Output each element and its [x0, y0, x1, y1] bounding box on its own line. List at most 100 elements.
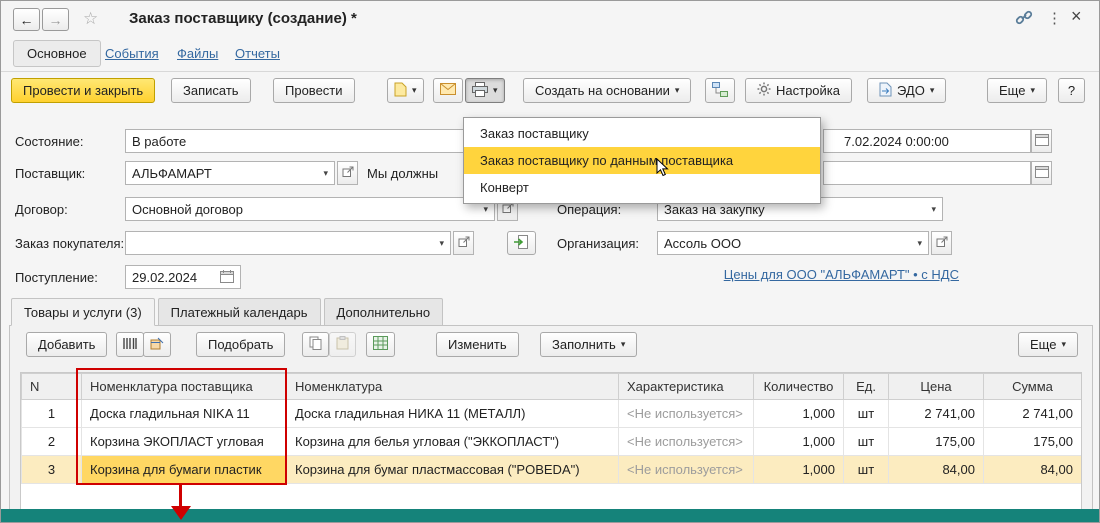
copy-rows-button[interactable] — [302, 332, 329, 357]
linked-documents-button[interactable] — [705, 78, 735, 103]
help-label: ? — [1068, 83, 1075, 98]
tab-additional[interactable]: Дополнительно — [324, 298, 444, 326]
column-header-price[interactable]: Цена — [889, 374, 984, 400]
menu-item-envelope[interactable]: Конверт — [464, 174, 820, 201]
table-row[interactable]: 2 Корзина ЭКОПЛАСТ угловая Корзина для б… — [22, 428, 1082, 456]
cell-supplier-item[interactable]: Корзина ЭКОПЛАСТ угловая — [82, 428, 287, 456]
column-header-n[interactable]: N — [22, 374, 82, 400]
chevron-down-icon[interactable]: ▾ — [925, 204, 936, 215]
copy-link-icon[interactable] — [1015, 10, 1033, 29]
goods-panel: Добавить Подобрать — [9, 325, 1093, 511]
cell-sum[interactable]: 175,00 — [984, 428, 1082, 456]
tab-files[interactable]: Файлы — [177, 46, 218, 61]
column-header-characteristic[interactable]: Характеристика — [619, 374, 754, 400]
contract-field[interactable]: Основной договор ▾ — [125, 197, 495, 221]
tab-goods-and-services[interactable]: Товары и услуги (3) — [11, 298, 155, 326]
tab-events[interactable]: События — [105, 46, 159, 61]
table-more-button[interactable]: Еще ▾ — [1018, 332, 1078, 357]
cell-unit[interactable]: шт — [844, 428, 889, 456]
edo-button[interactable]: ЭДО ▾ — [867, 78, 946, 103]
column-header-sum[interactable]: Сумма — [984, 374, 1082, 400]
back-button[interactable]: ← — [13, 8, 40, 31]
paste-rows-button[interactable] — [329, 332, 356, 357]
calendar-button[interactable] — [1031, 129, 1052, 153]
cell-quantity[interactable]: 1,000 — [754, 456, 844, 484]
cell-n[interactable]: 1 — [22, 400, 82, 428]
create-based-on-button[interactable]: Создать на основании ▾ — [523, 78, 691, 103]
cell-sum[interactable]: 2 741,00 — [984, 400, 1082, 428]
column-header-unit[interactable]: Ед. — [844, 374, 889, 400]
cell-n[interactable]: 2 — [22, 428, 82, 456]
email-button[interactable] — [433, 78, 463, 103]
cell-supplier-item[interactable]: Доска гладильная NIKA 11 — [82, 400, 287, 428]
document-date-field[interactable]: 7.02.2024 0:00:00 — [823, 129, 1031, 153]
chevron-down-icon[interactable]: ▾ — [911, 238, 922, 249]
table-row[interactable]: 1 Доска гладильная NIKA 11 Доска гладиль… — [22, 400, 1082, 428]
receipt-date-field[interactable]: 29.02.2024 — [125, 265, 241, 289]
cell-characteristic[interactable]: <Не используется> — [619, 400, 754, 428]
fill-from-order-button[interactable] — [507, 231, 536, 255]
open-organization-button[interactable] — [931, 231, 952, 255]
cell-unit[interactable]: шт — [844, 400, 889, 428]
print-dropdown-menu: Заказ поставщику Заказ поставщику по дан… — [463, 117, 821, 204]
menu-item-order-to-supplier[interactable]: Заказ поставщику — [464, 120, 820, 147]
cell-characteristic[interactable]: <Не используется> — [619, 428, 754, 456]
cell-quantity[interactable]: 1,000 — [754, 400, 844, 428]
post-button[interactable]: Провести — [273, 78, 355, 103]
status-field[interactable]: В работе ▾ — [125, 129, 509, 153]
organization-field[interactable]: Ассоль ООО ▾ — [657, 231, 929, 255]
cell-item[interactable]: Корзина для бумаг пластмассовая ("POBEDA… — [287, 456, 619, 484]
fill-menu-button[interactable]: Заполнить ▾ — [540, 332, 637, 357]
chevron-down-icon[interactable]: ▾ — [317, 168, 328, 179]
pick-items-button[interactable]: Подобрать — [196, 332, 285, 357]
export-table-button[interactable] — [366, 332, 395, 357]
status-label: Состояние: — [15, 129, 83, 153]
edit-row-button[interactable]: Изменить — [436, 332, 519, 357]
edit-label: Изменить — [448, 337, 507, 352]
save-button[interactable]: Записать — [171, 78, 251, 103]
help-button[interactable]: ? — [1058, 78, 1085, 103]
add-row-button[interactable]: Добавить — [26, 332, 107, 357]
cell-item[interactable]: Корзина для белья угловая ("ЭККОПЛАСТ") — [287, 428, 619, 456]
cell-price[interactable]: 84,00 — [889, 456, 984, 484]
cell-n[interactable]: 3 — [22, 456, 82, 484]
open-customer-order-button[interactable] — [453, 231, 474, 255]
customer-order-field[interactable]: ▾ — [125, 231, 451, 255]
close-button[interactable]: × — [1071, 6, 1082, 27]
menu-item-order-by-supplier-data[interactable]: Заказ поставщику по данным поставщика — [464, 147, 820, 174]
open-supplier-button[interactable] — [337, 161, 358, 185]
secondary-date-field[interactable] — [823, 161, 1031, 185]
favorite-star-icon[interactable]: ☆ — [83, 9, 98, 29]
forward-button[interactable]: → — [42, 8, 69, 31]
cell-sum[interactable]: 84,00 — [984, 456, 1082, 484]
goods-selection-button[interactable] — [143, 332, 171, 357]
cell-price[interactable]: 2 741,00 — [889, 400, 984, 428]
cell-characteristic[interactable]: <Не используется> — [619, 456, 754, 484]
cell-quantity[interactable]: 1,000 — [754, 428, 844, 456]
table-row-selected[interactable]: 3 Корзина для бумаги пластик Корзина для… — [22, 456, 1082, 484]
cell-supplier-item[interactable]: Корзина для бумаги пластик — [82, 456, 287, 484]
prices-link[interactable]: Цены для ООО "АЛЬФАМАРТ" • с НДС — [724, 267, 959, 282]
more-button[interactable]: Еще ▾ — [987, 78, 1047, 103]
cell-price[interactable]: 175,00 — [889, 428, 984, 456]
column-header-supplier-item[interactable]: Номенклатура поставщика — [82, 374, 287, 400]
cell-unit[interactable]: шт — [844, 456, 889, 484]
column-header-item[interactable]: Номенклатура — [287, 374, 619, 400]
post-document-menu-button[interactable]: ▾ — [387, 78, 424, 103]
barcode-scan-button[interactable] — [116, 332, 144, 357]
chevron-down-icon[interactable]: ▾ — [477, 204, 488, 215]
tab-main[interactable]: Основное — [13, 40, 101, 67]
column-header-quantity[interactable]: Количество — [754, 374, 844, 400]
settings-button[interactable]: Настройка — [745, 78, 852, 103]
calendar-button[interactable] — [1031, 161, 1052, 185]
post-and-close-button[interactable]: Провести и закрыть — [11, 78, 155, 103]
chevron-down-icon[interactable]: ▾ — [433, 238, 444, 249]
cell-item[interactable]: Доска гладильная НИКА 11 (МЕТАЛЛ) — [287, 400, 619, 428]
calendar-icon[interactable] — [214, 270, 234, 285]
print-menu-button[interactable]: ▾ — [465, 78, 505, 103]
kebab-menu-icon[interactable]: ⋮ — [1047, 9, 1062, 27]
tab-reports[interactable]: Отчеты — [235, 46, 280, 61]
supplier-field[interactable]: АЛЬФАМАРТ ▾ — [125, 161, 335, 185]
edo-document-icon — [879, 82, 892, 100]
tab-payment-calendar[interactable]: Платежный календарь — [158, 298, 321, 326]
